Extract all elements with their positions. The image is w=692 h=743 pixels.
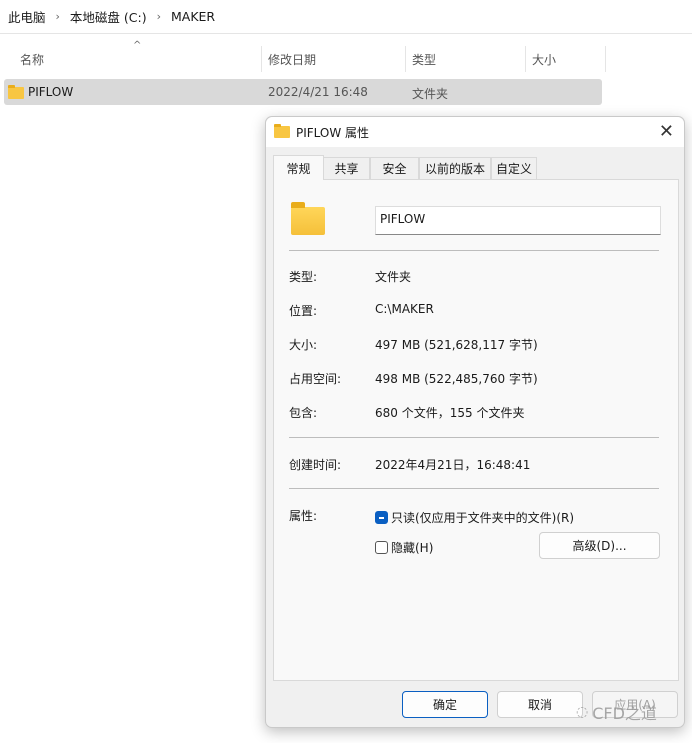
- properties-dialog: PIFLOW 属性 ✕ 常规 共享 安全 以前的版本 自定义 PIFLOW 类型…: [265, 116, 685, 728]
- created-value: 2022年4月21日，16:48:41: [375, 458, 531, 472]
- hidden-label[interactable]: 隐藏(H): [391, 539, 433, 556]
- attributes-label: 属性:: [289, 509, 318, 523]
- breadcrumb-this-pc[interactable]: 此电脑: [8, 7, 46, 26]
- column-type[interactable]: 类型: [412, 44, 436, 74]
- dialog-title: PIFLOW 属性: [296, 125, 370, 140]
- ok-button[interactable]: 确定: [402, 691, 488, 718]
- tab-sharing[interactable]: 共享: [323, 157, 370, 179]
- column-divider[interactable]: [525, 46, 526, 72]
- size-value: 497 MB (521,628,117 字节): [375, 338, 538, 352]
- divider: [289, 250, 659, 251]
- divider: [289, 488, 659, 489]
- tab-general[interactable]: 常规: [273, 155, 324, 180]
- watermark-text: CFD之道: [592, 704, 657, 723]
- size-on-disk-value: 498 MB (522,485,760 字节): [375, 372, 538, 386]
- column-divider[interactable]: [605, 46, 606, 72]
- readonly-label[interactable]: 只读(仅应用于文件夹中的文件)(R): [391, 509, 574, 526]
- dialog-titlebar[interactable]: PIFLOW 属性: [266, 117, 684, 147]
- column-modified[interactable]: 修改日期: [268, 44, 316, 74]
- cancel-button[interactable]: 取消: [497, 691, 583, 718]
- column-name[interactable]: 名称: [20, 44, 44, 74]
- column-size[interactable]: 大小: [532, 44, 556, 74]
- size-on-disk-label: 占用空间:: [289, 372, 342, 386]
- close-icon[interactable]: ✕: [659, 121, 674, 142]
- folder-name-input[interactable]: PIFLOW: [375, 206, 661, 235]
- file-modified: 2022/4/21 16:48: [268, 85, 368, 99]
- readonly-checkbox[interactable]: [375, 511, 388, 524]
- tab-previous-versions[interactable]: 以前的版本: [419, 157, 491, 179]
- sort-up-icon: ^: [133, 40, 142, 51]
- column-divider[interactable]: [261, 46, 262, 72]
- general-panel: PIFLOW 类型: 文件夹 位置: C:\MAKER 大小: 497 MB (…: [273, 179, 679, 681]
- file-type: 文件夹: [412, 87, 449, 101]
- contains-value: 680 个文件，155 个文件夹: [375, 406, 525, 420]
- type-label: 类型:: [289, 270, 318, 284]
- column-divider[interactable]: [405, 46, 406, 72]
- advanced-button[interactable]: 高级(D)...: [539, 532, 660, 559]
- tab-customize[interactable]: 自定义: [491, 157, 537, 179]
- location-value: C:\MAKER: [375, 302, 434, 316]
- breadcrumb: 此电脑 › 本地磁盘 (C:) › MAKER: [0, 0, 692, 34]
- file-name: PIFLOW: [28, 85, 74, 99]
- location-label: 位置:: [289, 304, 318, 318]
- wechat-icon: ◌: [576, 704, 589, 720]
- hidden-checkbox[interactable]: [375, 541, 388, 554]
- chevron-right-icon: ›: [156, 10, 161, 23]
- created-label: 创建时间:: [289, 458, 342, 472]
- breadcrumb-c-drive[interactable]: 本地磁盘 (C:): [70, 7, 147, 26]
- watermark: ◌ CFD之道: [576, 700, 657, 724]
- chevron-right-icon: ›: [55, 10, 60, 23]
- contains-label: 包含:: [289, 406, 318, 420]
- tab-security[interactable]: 安全: [370, 157, 419, 179]
- file-row-piflow[interactable]: PIFLOW 2022/4/21 16:48 文件夹: [4, 79, 602, 105]
- divider: [289, 437, 659, 438]
- type-value: 文件夹: [375, 270, 412, 284]
- folder-icon: [274, 124, 290, 138]
- folder-icon: [8, 85, 24, 99]
- breadcrumb-maker[interactable]: MAKER: [171, 9, 215, 24]
- size-label: 大小:: [289, 338, 318, 352]
- folder-icon: [291, 202, 325, 235]
